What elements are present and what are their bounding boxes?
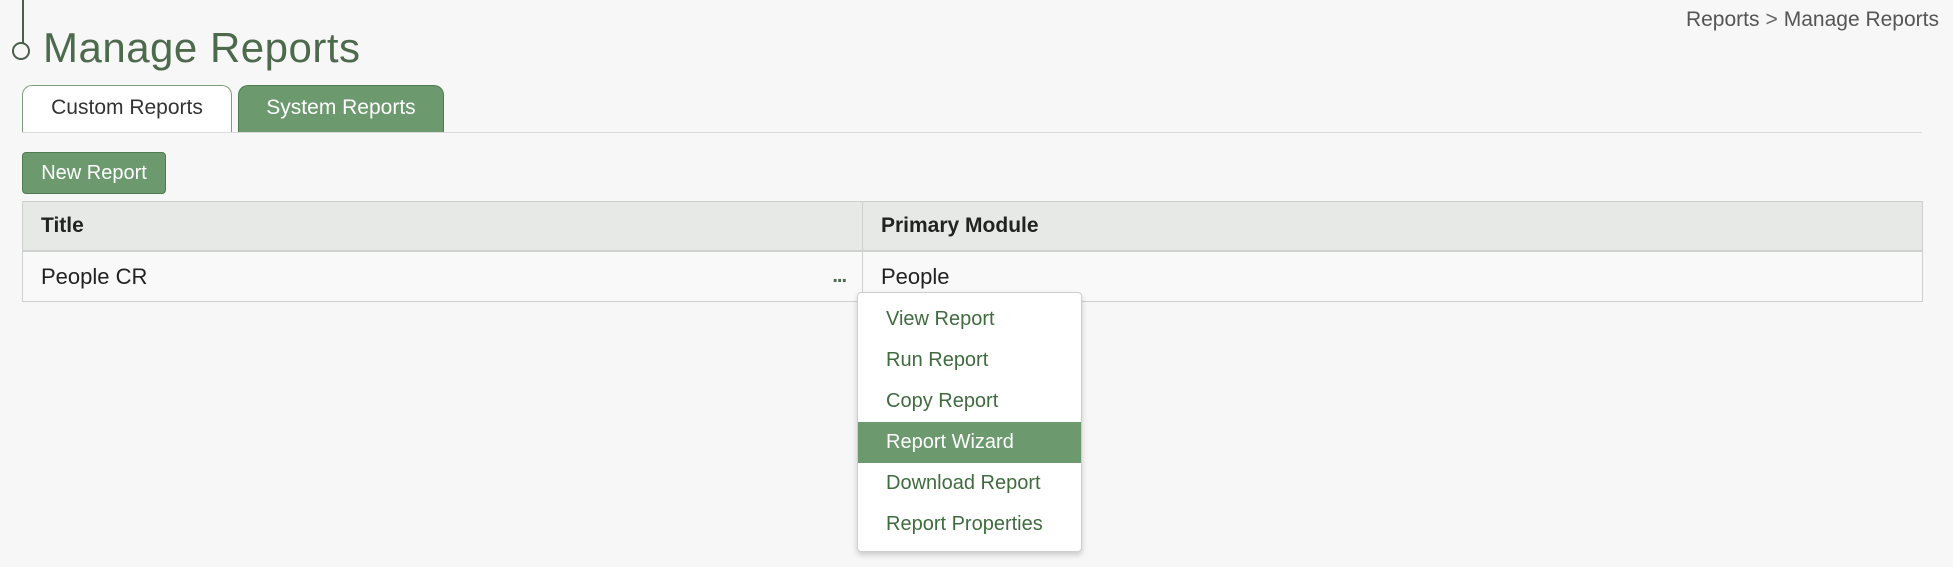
report-title-text[interactable]: People CR [41,264,147,289]
row-actions-menu: View Report Run Report Copy Report Repor… [857,292,1082,552]
title-decoration-line [22,0,24,44]
tab-system-reports[interactable]: System Reports [238,85,444,133]
more-actions-icon[interactable]: ... [832,266,847,286]
cell-title: People CR ... [23,252,863,301]
menu-item-report-wizard[interactable]: Report Wizard [858,422,1081,463]
page: Manage Reports Reports > Manage Reports Cu… [0,0,1953,567]
breadcrumb: Reports > Manage Reports [1686,8,1939,32]
tabs-divider [22,132,1922,133]
menu-item-view-report[interactable]: View Report [858,299,1081,340]
menu-item-copy-report[interactable]: Copy Report [858,381,1081,422]
breadcrumb-current: Manage Reports [1783,8,1939,31]
table-header: Title Primary Module [23,202,1922,252]
menu-item-run-report[interactable]: Run Report [858,340,1081,381]
column-header-title[interactable]: Title [23,202,863,250]
tab-custom-reports[interactable]: Custom Reports [22,85,232,133]
reports-table: Title Primary Module People CR ... Peopl… [22,201,1923,302]
menu-item-download-report[interactable]: Download Report [858,463,1081,504]
breadcrumb-reports-link[interactable]: Reports [1686,8,1760,31]
new-report-button[interactable]: New Report [22,152,166,194]
breadcrumb-separator: > [1765,8,1778,31]
page-title: Manage Reports [43,24,361,71]
column-header-primary-module[interactable]: Primary Module [863,202,1922,250]
title-decoration-circle [12,42,30,60]
menu-item-report-properties[interactable]: Report Properties [858,504,1081,545]
